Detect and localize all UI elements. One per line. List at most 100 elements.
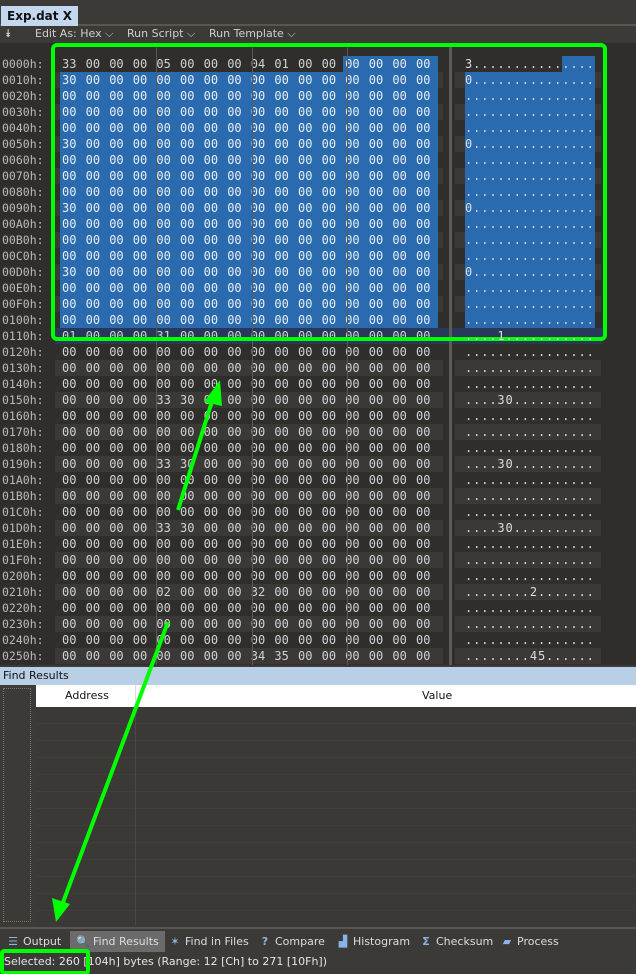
close-icon[interactable]: X [63, 9, 72, 23]
hex-byte[interactable]: 00 [201, 120, 226, 136]
hex-byte[interactable]: 00 [296, 248, 320, 264]
hex-byte[interactable]: 00 [320, 456, 344, 472]
row-ascii[interactable]: ................ [465, 88, 595, 104]
hex-byte[interactable]: 00 [154, 568, 178, 584]
hex-byte[interactable]: 00 [366, 248, 391, 264]
row-ascii[interactable]: ........45...... [465, 648, 595, 664]
hex-byte[interactable]: 00 [202, 488, 226, 504]
hex-byte[interactable]: 00 [84, 536, 108, 552]
hex-byte[interactable]: 00 [319, 184, 344, 200]
hex-byte[interactable]: 00 [414, 632, 438, 648]
hex-row[interactable]: 01F0h: 00 00 00 00 00 00 00 00 00 00 00 00 00 00 00 00..… [0, 552, 636, 568]
hex-row[interactable]: 0190h: 00 00 00 00 33 30 00 00 00 00 00 00 00 00 00 00..… [0, 456, 636, 472]
hex-byte[interactable]: 00 [296, 344, 320, 360]
row-ascii[interactable]: ................ [465, 424, 595, 440]
hex-byte[interactable]: 00 [131, 360, 155, 376]
hex-byte[interactable]: 00 [107, 424, 131, 440]
hex-byte[interactable]: 00 [367, 536, 391, 552]
hex-byte[interactable]: 00 [60, 360, 84, 376]
hex-byte[interactable]: 00 [272, 392, 296, 408]
hex-byte[interactable]: 00 [414, 264, 438, 280]
hex-byte[interactable]: 00 [319, 280, 344, 296]
hex-byte[interactable]: 00 [272, 408, 296, 424]
hex-byte[interactable]: 00 [154, 280, 178, 296]
hex-byte[interactable]: 00 [60, 152, 84, 168]
hex-byte[interactable]: 00 [107, 504, 131, 520]
hex-byte[interactable]: 00 [60, 472, 84, 488]
hex-byte[interactable]: 00 [201, 104, 226, 120]
hex-byte[interactable]: 00 [225, 344, 249, 360]
hex-byte[interactable]: 00 [60, 648, 84, 664]
hex-row[interactable]: 0220h: 00 00 00 00 00 00 00 00 00 00 00 00 00 00 00 00..… [0, 600, 636, 616]
hex-byte[interactable]: 00 [83, 248, 108, 264]
hex-byte[interactable]: 00 [84, 504, 108, 520]
hex-byte[interactable]: 00 [296, 424, 320, 440]
hex-byte[interactable]: 00 [414, 472, 438, 488]
hex-byte[interactable]: 00 [296, 568, 320, 584]
row-ascii[interactable]: ................ [465, 536, 595, 552]
hex-byte[interactable]: 00 [202, 472, 226, 488]
hex-byte[interactable]: 00 [272, 136, 296, 152]
hex-byte[interactable]: 00 [60, 88, 84, 104]
hex-byte[interactable]: 00 [107, 152, 131, 168]
hex-byte[interactable]: 00 [414, 648, 438, 664]
hex-byte[interactable]: 00 [201, 280, 226, 296]
hex-byte[interactable]: 00 [202, 328, 226, 344]
tab-process[interactable]: ▰ Process [500, 931, 559, 953]
hex-byte[interactable]: 00 [225, 264, 249, 280]
hex-byte[interactable]: 00 [84, 488, 108, 504]
hex-byte[interactable]: 00 [414, 152, 438, 168]
hex-byte[interactable]: 00 [178, 296, 202, 312]
hex-row[interactable]: 0140h: 00 00 00 00 00 00 00 00 00 00 00 00 00 00 00 00..… [0, 376, 636, 392]
hex-byte[interactable]: 00 [272, 200, 296, 216]
hex-byte[interactable]: 00 [296, 552, 320, 568]
hex-byte[interactable]: 00 [107, 456, 131, 472]
hex-row[interactable]: 00B0h: 00 00 00 00 00 00 00 00 00 00 00 00 00 00 00 00..… [0, 232, 636, 248]
hex-byte[interactable]: 00 [130, 264, 155, 280]
hex-byte[interactable]: 00 [60, 568, 84, 584]
hex-byte[interactable]: 00 [320, 584, 344, 600]
hex-byte[interactable]: 00 [178, 584, 202, 600]
hex-byte[interactable]: 00 [178, 616, 202, 632]
hex-byte[interactable]: 00 [60, 296, 84, 312]
hex-byte[interactable]: 00 [272, 536, 296, 552]
hex-byte[interactable]: 00 [154, 296, 178, 312]
hex-byte[interactable]: 00 [390, 104, 414, 120]
hex-byte[interactable]: 00 [178, 120, 202, 136]
hex-byte[interactable]: 00 [296, 200, 320, 216]
hex-byte[interactable]: 00 [84, 328, 108, 344]
hex-byte[interactable]: 00 [84, 456, 108, 472]
hex-byte[interactable]: 00 [390, 296, 414, 312]
row-ascii[interactable]: ................ [465, 232, 595, 248]
hex-byte[interactable]: 00 [367, 376, 391, 392]
hex-byte[interactable]: 00 [319, 232, 344, 248]
row-ascii[interactable]: ................ [465, 344, 595, 360]
hex-row[interactable]: 0160h: 00 00 00 00 00 00 00 00 00 00 00 00 00 00 00 00..… [0, 408, 636, 424]
hex-byte[interactable]: 00 [154, 88, 178, 104]
hex-byte[interactable]: 00 [367, 600, 391, 616]
hex-byte[interactable]: 00 [225, 280, 249, 296]
row-ascii[interactable]: ................ [465, 504, 595, 520]
hex-byte[interactable]: 00 [107, 616, 131, 632]
hex-byte[interactable]: 00 [107, 312, 131, 328]
hex-byte[interactable]: 00 [319, 120, 344, 136]
hex-byte[interactable]: 00 [272, 168, 296, 184]
hex-row[interactable]: 0050h: 30 00 00 00 00 00 00 00 00 00 00 00 00 00 00 00 0.… [0, 136, 636, 152]
hex-byte[interactable]: 00 [296, 264, 320, 280]
hex-byte[interactable]: 02 [154, 584, 178, 600]
hex-byte[interactable]: 00 [178, 568, 202, 584]
hex-byte[interactable]: 00 [366, 72, 391, 88]
hex-byte[interactable]: 00 [84, 344, 108, 360]
hex-byte[interactable]: 00 [154, 600, 178, 616]
hex-byte[interactable]: 00 [414, 392, 438, 408]
hex-byte[interactable]: 00 [225, 600, 249, 616]
hex-byte[interactable]: 00 [202, 504, 226, 520]
hex-byte[interactable]: 00 [178, 72, 202, 88]
hex-byte[interactable]: 00 [131, 552, 155, 568]
hex-byte[interactable]: 00 [83, 168, 108, 184]
hex-byte[interactable]: 00 [319, 312, 344, 328]
hex-byte[interactable]: 00 [178, 136, 202, 152]
hex-byte[interactable]: 00 [319, 296, 344, 312]
hex-byte[interactable]: 00 [131, 568, 155, 584]
hex-byte[interactable]: 00 [178, 168, 202, 184]
